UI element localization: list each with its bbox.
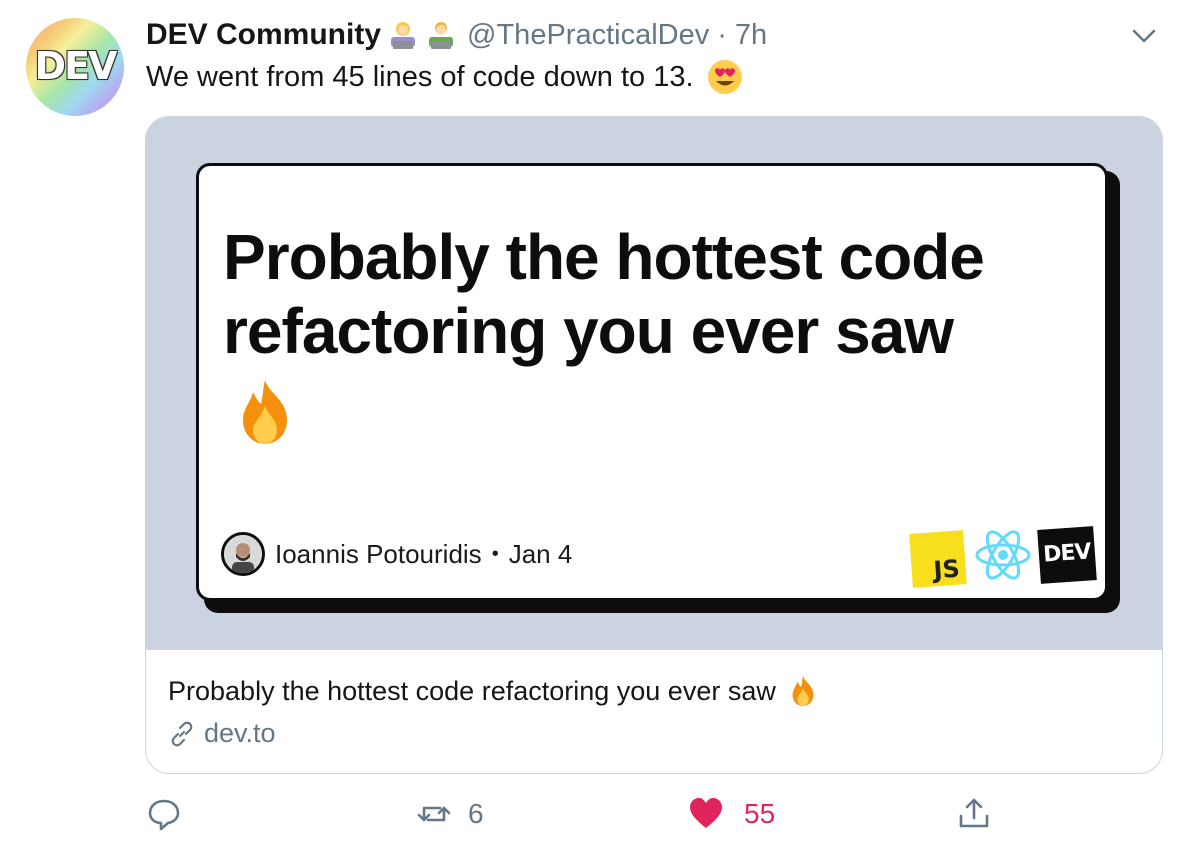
share-icon [959,798,989,828]
reply-button[interactable] [146,790,202,838]
author-name: Ioannis Potouridis [275,538,482,569]
card-domain: dev.to [168,718,276,749]
javascript-logo: JS [909,530,967,588]
retweet-icon [417,806,451,822]
tweet-timestamp[interactable]: 7h [735,19,767,52]
man-technologist-emoji-icon [425,19,457,51]
fire-icon [243,380,287,444]
heart-eyes-emoji-icon [707,60,742,94]
link-card[interactable]: Probably the hottest code refactoring yo… [145,116,1163,774]
chevron-down-icon[interactable] [1128,22,1160,50]
account-avatar[interactable]: DEV [26,18,124,116]
card-title: Probably the hottest code refactoring yo… [168,674,820,708]
poster-author: Ioannis Potouridis • Jan 4 [221,532,572,576]
woman-technologist-emoji-icon [387,19,419,51]
dev-logo-text: DEV [1042,539,1092,568]
heart-icon [690,798,722,828]
avatar-logo-text: DEV [34,44,118,88]
fire-icon [792,675,814,707]
author-date: Jan 4 [508,538,573,569]
dev-logo: DEV [1037,526,1097,584]
share-button[interactable] [956,790,992,838]
like-button[interactable]: 55 [688,790,775,838]
tweet-text: We went from 45 lines of code down to 13… [146,58,744,96]
react-logo-icon [975,530,1031,580]
tweet-actions: 6 55 [0,790,1192,838]
card-image: Probably the hottest code refactoring yo… [146,117,1162,649]
poster-title: Probably the hottest code refactoring yo… [223,221,985,367]
retweet-count: 6 [468,798,484,829]
link-icon [171,721,193,746]
card-domain-text: dev.to [204,718,276,748]
display-name[interactable]: DEV Community [146,18,381,52]
javascript-logo-text: JS [932,554,961,585]
card-footer: Probably the hottest code refactoring yo… [146,649,1162,773]
account-handle[interactable]: @ThePracticalDev [467,19,709,52]
poster: Probably the hottest code refactoring yo… [196,163,1108,601]
retweet-button[interactable]: 6 [416,790,484,838]
author-avatar [221,532,265,576]
reply-icon [148,799,180,831]
author-separator: • [491,542,499,565]
header-separator: · [717,18,727,51]
tweet-body: We went from 45 lines of code down to 13… [146,60,694,93]
tweet-header: DEV Community @ThePracticalDev · 7h [146,16,767,54]
card-title-text: Probably the hottest code refactoring yo… [168,675,776,706]
like-count: 55 [744,798,776,829]
